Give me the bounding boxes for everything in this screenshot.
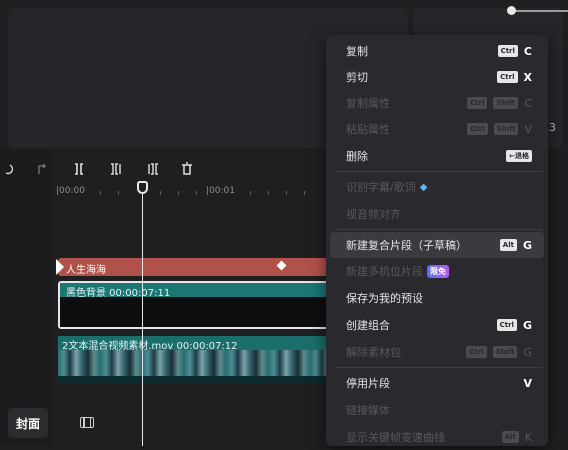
video-thumbnails	[58, 350, 338, 376]
menu-item-disable-clip[interactable]: 停用片段 V	[330, 370, 544, 396]
menu-item-new-compound-clip[interactable]: 新建复合片段（子草稿） Alt G	[330, 232, 544, 258]
menu-item-label: 停用片段	[346, 377, 390, 390]
shortcut-key: K	[524, 430, 532, 444]
menu-item-label: 识别字幕/歌词	[346, 181, 416, 194]
background-clip-label: 黑色背景 00:00:07:11	[66, 288, 171, 299]
panel-edge-number: 3	[549, 121, 556, 134]
shortcut-mod: Ctrl	[496, 319, 517, 331]
playhead-handle[interactable]	[137, 181, 148, 194]
redo-partial-icon[interactable]	[2, 158, 14, 180]
menu-item-label: 链接媒体	[346, 404, 390, 417]
menu-item-ungroup: 解除素材包 Ctrl Shift G	[330, 339, 544, 365]
shortcut-mod: Ctrl	[467, 123, 488, 135]
menu-item-recognize-subtitles: 识别字幕/歌词 ◆	[330, 174, 544, 200]
shortcut-mod: Shift	[493, 123, 519, 135]
menu-item-label: 复制	[346, 45, 368, 58]
cover-button[interactable]: 封面	[8, 408, 48, 438]
menu-item-label: 粘贴属性	[346, 123, 390, 136]
menu-item-delete[interactable]: 删除 ←退格	[330, 143, 544, 169]
menu-item-label: 解除素材包	[346, 346, 401, 359]
menu-item-label: 显示关键帧变速曲线	[346, 431, 445, 444]
menu-item-label: 删除	[346, 150, 368, 163]
delete-icon[interactable]	[178, 158, 196, 180]
shortcut-key: G	[523, 345, 532, 359]
text-clip-label: 人生海海	[66, 265, 106, 276]
menu-item-label: 保存为我的预设	[346, 292, 423, 305]
shortcut-key: G	[522, 238, 532, 252]
ruler-label-0: |00:00	[56, 186, 85, 196]
shortcut-mod: Alt	[501, 431, 519, 443]
shortcut-key: C	[523, 44, 532, 58]
ruler-tick	[250, 191, 251, 195]
menu-item-copy[interactable]: 复制 Ctrl C	[330, 38, 544, 64]
shortcut-key-backspace: ←退格	[506, 150, 532, 162]
video-clip-label: 2文本混合视频素材.mov 00:00:07:12	[62, 341, 238, 352]
redo-icon[interactable]	[34, 158, 50, 180]
split-icon[interactable]	[70, 158, 88, 180]
menu-divider	[336, 171, 542, 172]
film-icon[interactable]	[80, 417, 94, 428]
ruler-tick	[100, 191, 101, 195]
shortcut-mod: Ctrl	[466, 346, 487, 358]
menu-item-label: 剪切	[346, 71, 368, 84]
shortcut-mod: Shift	[492, 346, 518, 358]
limited-free-badge: 限免	[427, 264, 449, 278]
shortcut-mod: Alt	[499, 239, 517, 251]
playhead-line[interactable]	[142, 182, 143, 446]
shortcut-key: X	[523, 70, 532, 84]
trim-right-icon[interactable]	[144, 158, 162, 180]
menu-item-label: 创建组合	[346, 319, 390, 332]
shortcut-mod: Ctrl	[467, 97, 488, 109]
menu-item-copy-attributes: 复制属性 Ctrl Shift C	[330, 90, 544, 116]
audio-waveform-strip	[58, 376, 338, 384]
ruler-tick	[118, 191, 119, 195]
menu-item-label: 新建复合片段（子草稿）	[346, 239, 467, 252]
ruler-tick	[304, 191, 305, 195]
menu-item-cut[interactable]: 剪切 Ctrl X	[330, 64, 544, 90]
menu-item-label: 视音频对齐	[346, 208, 401, 221]
shortcut-mod: Ctrl	[497, 45, 518, 57]
vip-diamond-icon: ◆	[419, 181, 428, 193]
background-clip-body	[60, 297, 336, 327]
menu-item-video-audio-align: 视音频对齐	[330, 201, 544, 227]
trim-left-icon[interactable]	[107, 158, 125, 180]
ruler-label-1: |00:01	[206, 186, 235, 196]
menu-item-show-keyframe-curve: 显示关键帧变速曲线 Alt K	[330, 424, 544, 450]
menu-item-paste-attributes: 粘贴属性 Ctrl Shift V	[330, 116, 544, 142]
menu-item-label: 新建多机位片段	[346, 265, 423, 278]
zoom-slider-handle[interactable]	[507, 6, 516, 15]
shortcut-key: G	[522, 318, 532, 332]
shortcut-key: V	[523, 376, 532, 390]
menu-divider	[336, 229, 542, 230]
menu-item-save-preset[interactable]: 保存为我的预设	[330, 285, 544, 311]
menu-item-new-multicam-clip: 新建多机位片段 限免	[330, 258, 544, 284]
shortcut-key: C	[524, 96, 532, 110]
shortcut-mod: Ctrl	[497, 71, 518, 83]
ruler-tick	[178, 191, 179, 195]
shortcut-key: V	[524, 122, 532, 136]
ruler-tick	[286, 191, 287, 195]
menu-item-label: 复制属性	[346, 97, 390, 110]
menu-item-link-media: 链接媒体	[330, 397, 544, 423]
menu-divider	[336, 367, 542, 368]
zoom-slider-track[interactable]	[510, 10, 568, 12]
menu-item-create-group[interactable]: 创建组合 Ctrl G	[330, 312, 544, 338]
text-clip-marker-icon	[56, 259, 64, 275]
shortcut-mod: Shift	[493, 97, 519, 109]
track-header-gutter	[0, 150, 52, 446]
ruler-tick	[196, 191, 197, 195]
ruler-tick	[268, 191, 269, 195]
ruler-tick	[160, 191, 161, 195]
